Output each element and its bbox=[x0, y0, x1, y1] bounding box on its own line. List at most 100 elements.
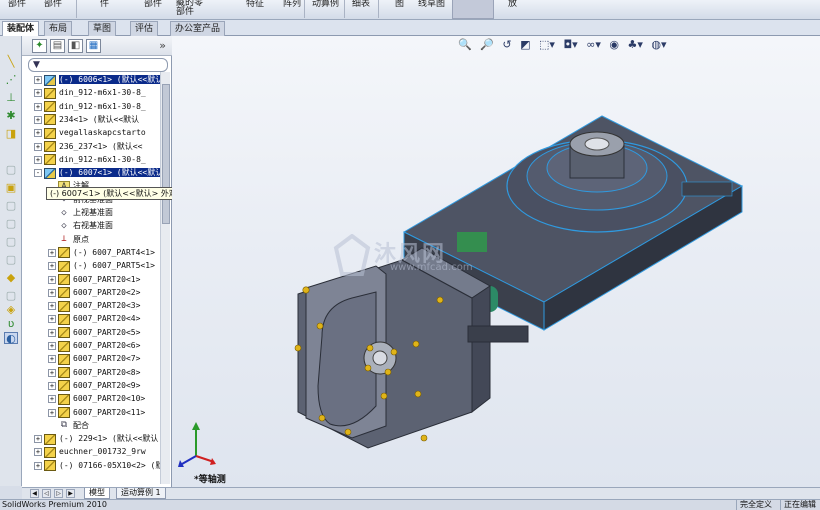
tree-item[interactable]: +234<1> (默认<<默认 bbox=[34, 114, 139, 127]
expand-icon[interactable]: + bbox=[48, 408, 56, 417]
ribbon-item-motion-study[interactable]: 动算例 bbox=[312, 0, 339, 20]
display-manager-icon[interactable]: ▦ bbox=[86, 39, 101, 53]
expand-icon[interactable]: + bbox=[34, 448, 42, 457]
tool-2-icon[interactable]: ▣ bbox=[4, 182, 18, 194]
tree-item[interactable]: + vegallaskapcstarto bbox=[34, 127, 146, 140]
expand-icon[interactable]: + bbox=[34, 435, 42, 444]
ribbon-item-5[interactable]: 藏的零 部件 bbox=[176, 0, 203, 19]
tree-item[interactable]: ⊥ 原点 bbox=[48, 234, 89, 247]
tab-model[interactable]: 模型 bbox=[84, 488, 110, 499]
tool-7-icon[interactable]: ◆ bbox=[4, 272, 18, 284]
tool-10-icon[interactable]: ʋ bbox=[4, 318, 18, 330]
tree-item[interactable]: + euchner_001732_9rw bbox=[34, 446, 146, 459]
expand-icon[interactable]: + bbox=[34, 129, 42, 138]
tree-item[interactable]: + (-) 07166-05X10<2> (默 bbox=[34, 460, 163, 473]
tool-disabled-8-icon[interactable]: ▢ bbox=[4, 290, 18, 302]
tool-disabled-5-icon[interactable]: ▢ bbox=[4, 236, 18, 248]
tree-item[interactable]: +6007_PART20<7> bbox=[48, 353, 140, 366]
ribbon-item-1[interactable]: 部件 bbox=[8, 0, 26, 20]
tool-disabled-4-icon[interactable]: ▢ bbox=[4, 218, 18, 230]
configuration-manager-icon[interactable]: ◧ bbox=[68, 39, 83, 53]
tree-item[interactable]: ⧉ 配合 bbox=[48, 420, 89, 433]
tree-item[interactable]: +6007_PART20<11> bbox=[48, 407, 145, 420]
tree-item[interactable]: ◇ 上视基准面 bbox=[48, 207, 113, 220]
tree-item[interactable]: +6007_PART20<6> bbox=[48, 340, 140, 353]
tree-item[interactable]: +6007_PART20<3> bbox=[48, 300, 140, 313]
ribbon-item-2[interactable]: 部件 bbox=[44, 0, 62, 20]
panel-expand-icon[interactable]: » bbox=[159, 39, 166, 52]
expand-icon[interactable]: + bbox=[48, 355, 56, 364]
tab-nav-prev-icon[interactable]: ◁ bbox=[42, 489, 51, 498]
tree-item[interactable]: + din_912-m6x1-30-8_ bbox=[34, 154, 146, 167]
tree-item[interactable]: + (-) 229<1> (默认<<默认 bbox=[34, 433, 158, 446]
tab-nav-next-icon[interactable]: ▷ bbox=[54, 489, 63, 498]
tool-disabled-3-icon[interactable]: ▢ bbox=[4, 200, 18, 212]
expand-icon[interactable]: + bbox=[34, 89, 42, 98]
tree-item[interactable]: - (-) 6007<1> (默认<<默认 bbox=[34, 167, 164, 180]
point-icon[interactable]: ✱ bbox=[4, 110, 18, 122]
property-manager-icon[interactable]: ▤ bbox=[50, 39, 65, 53]
tree-item[interactable]: +236_237<1> (默认<< bbox=[34, 141, 142, 154]
expand-icon[interactable]: + bbox=[34, 115, 42, 124]
expand-icon[interactable] bbox=[48, 222, 56, 230]
expand-icon[interactable]: + bbox=[34, 102, 42, 111]
expand-icon[interactable]: + bbox=[48, 381, 56, 390]
tree-item[interactable]: + (-) 6007_PART5<1> ( bbox=[48, 260, 165, 273]
expand-icon[interactable]: + bbox=[48, 288, 56, 297]
ribbon-item-bom[interactable]: 细表 bbox=[352, 0, 370, 20]
tree-scrollbar[interactable] bbox=[160, 72, 170, 484]
tree-item[interactable]: +6007_PART20<4> bbox=[48, 313, 140, 326]
tree-item[interactable]: +6007_PART20<9> bbox=[48, 380, 140, 393]
tool-disabled-6-icon[interactable]: ▢ bbox=[4, 254, 18, 266]
expand-icon[interactable]: + bbox=[48, 315, 56, 324]
ribbon-item-sketch[interactable]: 线草图 bbox=[418, 0, 445, 20]
expand-icon[interactable]: + bbox=[48, 395, 56, 404]
ribbon-item-explode[interactable]: 放 bbox=[508, 0, 517, 20]
coordinate-icon[interactable]: ◨ bbox=[4, 128, 18, 140]
expand-icon[interactable]: + bbox=[48, 342, 56, 350]
tab-sketch[interactable]: 草图 bbox=[88, 21, 117, 36]
origin-icon[interactable]: ⊥ bbox=[4, 92, 18, 104]
feature-manager-icon[interactable]: ✦ bbox=[32, 39, 47, 53]
tree-item[interactable]: +6007_PART20<1> bbox=[48, 274, 140, 287]
tab-nav-last-icon[interactable]: ▶ bbox=[66, 489, 75, 498]
ribbon-item-7[interactable]: 阵列 bbox=[283, 0, 301, 20]
tab-office-products[interactable]: 办公室产品 bbox=[170, 21, 226, 36]
tree-item[interactable]: + din_912-m6x1-30-8_ bbox=[34, 101, 146, 114]
expand-icon[interactable]: + bbox=[48, 275, 56, 284]
tool-11-icon[interactable]: ◐ bbox=[4, 332, 18, 345]
tree-item[interactable]: ◇ 右视基准面 bbox=[48, 220, 113, 233]
expand-icon[interactable] bbox=[48, 422, 56, 430]
ribbon-item-4[interactable]: 部件 bbox=[144, 0, 162, 20]
ribbon-item-6[interactable]: 特征 bbox=[246, 0, 264, 20]
tool-9-icon[interactable]: ◈ bbox=[4, 304, 18, 316]
tree-item[interactable]: + (-) 6007_PART4<1> ( bbox=[48, 247, 165, 260]
tree-item[interactable]: +6007_PART20<8> bbox=[48, 367, 140, 380]
tree-scrollbar-thumb[interactable] bbox=[162, 84, 170, 224]
ribbon-item-drawing[interactable]: 图 bbox=[395, 0, 404, 20]
tab-motion-study-1[interactable]: 运动算例 1 bbox=[116, 488, 166, 499]
tree-item[interactable]: + din_912-m6x1-30-8_ bbox=[34, 87, 146, 100]
tab-evaluate[interactable]: 评估 bbox=[130, 21, 159, 36]
ribbon-item-3[interactable]: 件 bbox=[100, 0, 109, 20]
expand-icon[interactable]: + bbox=[34, 76, 42, 84]
tree-item[interactable]: +6007_PART20<10> bbox=[48, 393, 145, 406]
tab-nav-first-icon[interactable]: ◀ bbox=[30, 489, 39, 498]
tab-assembly[interactable]: 装配体 bbox=[2, 21, 40, 36]
expand-icon[interactable]: + bbox=[48, 302, 56, 311]
expand-icon[interactable]: + bbox=[48, 328, 56, 337]
expand-icon[interactable]: + bbox=[34, 142, 42, 151]
collapse-icon[interactable]: - bbox=[34, 169, 42, 178]
smart-dimension-icon[interactable]: ⋰ bbox=[4, 74, 18, 86]
tree-item[interactable]: +6007_PART20<2> bbox=[48, 287, 140, 300]
expand-icon[interactable]: + bbox=[48, 368, 56, 377]
graphics-viewport[interactable]: 🔍 🔎 ↺ ◩ ⬚▾ ◘▾ ∞▾ ◉ ♣▾ ◍▾ 沐风网 www.mfcad.c… bbox=[172, 36, 820, 487]
tree-filter[interactable]: ▼ bbox=[28, 58, 168, 72]
expand-icon[interactable]: + bbox=[34, 461, 42, 470]
tree-item[interactable]: +6007_PART20<5> bbox=[48, 327, 140, 340]
expand-icon[interactable] bbox=[48, 236, 56, 244]
expand-icon[interactable]: + bbox=[48, 248, 56, 257]
expand-icon[interactable] bbox=[48, 209, 56, 217]
tab-layout[interactable]: 布局 bbox=[44, 21, 73, 36]
expand-icon[interactable]: + bbox=[48, 262, 56, 271]
